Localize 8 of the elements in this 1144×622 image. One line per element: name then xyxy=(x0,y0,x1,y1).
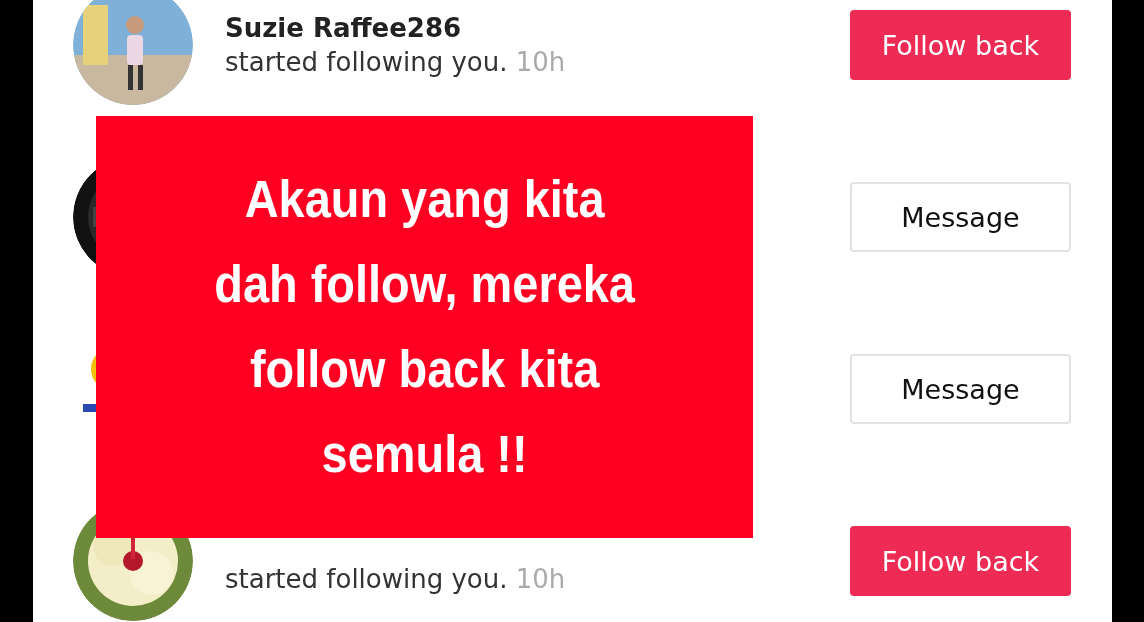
user-name[interactable]: Suzie Raffee286 xyxy=(225,13,462,43)
caption-text: Akaun yang kita dah follow, mereka follow back kita semula !! xyxy=(214,170,635,485)
message-button[interactable]: Message xyxy=(850,182,1071,252)
follow-back-button[interactable]: Follow back xyxy=(850,526,1071,596)
notification-text: started following you. 10h xyxy=(225,47,566,77)
message-button[interactable]: Message xyxy=(850,354,1071,424)
notification-text: started following you. 10h xyxy=(225,563,566,594)
follow-back-button[interactable]: Follow back xyxy=(850,10,1071,80)
